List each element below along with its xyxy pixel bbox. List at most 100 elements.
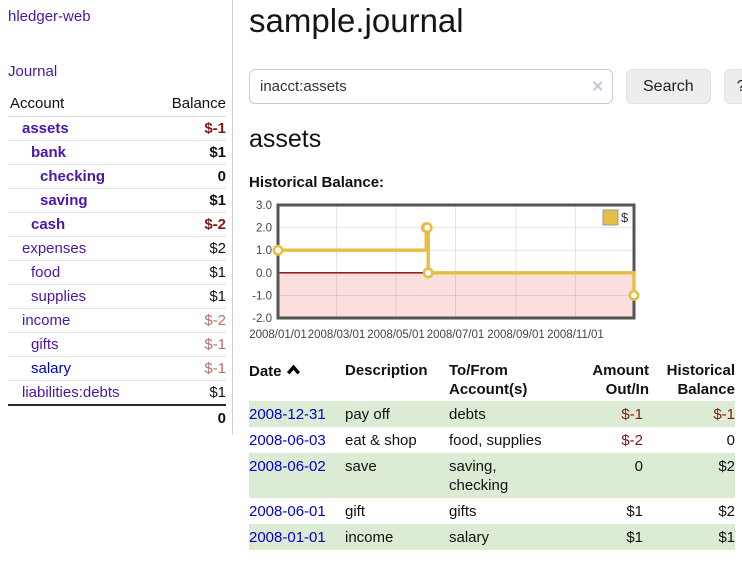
sidebar: hledger-web Journal Account Balance asse… <box>0 0 233 434</box>
transaction-description: eat & shop <box>345 427 449 453</box>
transaction-description: income <box>345 524 449 550</box>
transaction-amount: $1 <box>561 524 649 550</box>
account-balance: $-1 <box>153 357 226 381</box>
x-axis-tick-label: 2008/07/01 <box>427 329 485 341</box>
transaction-row: 2008-06-03eat & shopfood, supplies$-20 <box>249 427 735 453</box>
account-balance: $1 <box>153 285 226 309</box>
transaction-row: 2008-06-01giftgifts$1$2 <box>249 498 735 524</box>
account-row: supplies $1 <box>8 285 226 309</box>
chart-canvas[interactable]: $3.02.01.00.0-1.0-2.02008/01/012008/03/0… <box>249 203 719 345</box>
transaction-description: save <box>345 453 449 498</box>
x-axis-tick-label: 2008/05/01 <box>367 329 425 341</box>
transaction-date-link[interactable]: 2008-12-31 <box>249 406 326 423</box>
account-row: income$-2 <box>8 309 226 333</box>
y-axis-tick-label: 1.0 <box>256 245 272 257</box>
account-link[interactable]: cash <box>8 216 65 233</box>
transaction-date-link[interactable]: 2008-06-01 <box>249 503 326 520</box>
account-balance: 0 <box>153 165 226 189</box>
transaction-row: 2008-06-02 savesaving, checking0$2 <box>249 453 735 498</box>
account-link[interactable]: bank <box>8 144 66 161</box>
register-header-balance: Historical Balance <box>649 359 735 401</box>
sort-ascending-icon <box>286 361 301 380</box>
account-balance: $-1 <box>153 117 226 141</box>
account-row: checking 0 <box>8 165 226 189</box>
page-title: sample.journal <box>249 2 742 40</box>
account-balance: $2 <box>153 237 226 261</box>
account-link[interactable]: gifts <box>8 336 59 353</box>
main-content: sample.journal ✕ Search ? assets Histori… <box>233 0 742 550</box>
search-form: ✕ Search ? <box>249 69 742 104</box>
transaction-row: 2008-01-01incomesalary$1$1 <box>249 524 735 550</box>
account-balance: $1 <box>153 189 226 213</box>
x-axis-tick-label: 2008/09/01 <box>487 329 545 341</box>
search-help-button[interactable]: ? <box>724 69 742 104</box>
x-axis-tick-label: 2008/11/01 <box>547 329 604 341</box>
register-table: Date Description To/From Account(s) Amou… <box>249 359 735 550</box>
transaction-balance: $-1 <box>649 401 735 427</box>
clear-search-icon[interactable]: ✕ <box>591 79 604 94</box>
search-box: ✕ <box>249 69 613 104</box>
register-header-date[interactable]: Date <box>249 359 345 401</box>
transaction-description: pay off <box>345 401 449 427</box>
y-axis-tick-label: -2.0 <box>252 313 272 325</box>
transaction-row: 2008-12-31pay offdebts$-1$-1 <box>249 401 735 427</box>
historical-balance-chart[interactable]: $3.02.01.00.0-1.0-2.02008/01/012008/03/0… <box>249 203 719 345</box>
account-link[interactable]: expenses <box>8 240 86 257</box>
transaction-amount: $1 <box>561 498 649 524</box>
account-balance: $-1 <box>153 333 226 357</box>
account-row: expenses $2 <box>8 237 226 261</box>
transaction-accounts: saving, checking <box>449 453 561 498</box>
account-row: saving $1 <box>8 189 226 213</box>
account-link[interactable]: food <box>8 264 60 281</box>
chart-title: Historical Balance: <box>249 174 742 191</box>
x-axis-tick-label: 2008/01/01 <box>249 329 307 341</box>
register-header-amount: Amount Out/In <box>561 359 649 401</box>
x-axis-tick-label: 2008/03/01 <box>308 329 366 341</box>
account-row: food$1 <box>8 261 226 285</box>
y-axis-tick-label: 0.0 <box>256 268 272 280</box>
legend-swatch <box>603 210 618 225</box>
account-link[interactable]: saving <box>8 192 88 209</box>
data-point-marker[interactable] <box>274 246 282 254</box>
account-link[interactable]: assets <box>8 120 69 137</box>
register-body: 2008-12-31pay offdebts$-1$-12008-06-03ea… <box>249 401 735 550</box>
accounts-total-row: 0 <box>8 405 226 431</box>
transaction-date-link[interactable]: 2008-06-02 <box>249 458 326 475</box>
y-axis-tick-label: -1.0 <box>252 290 272 302</box>
app-window: hledger-web Journal Account Balance asse… <box>0 0 742 550</box>
transaction-amount: 0 <box>561 453 649 498</box>
data-point-marker[interactable] <box>423 223 431 231</box>
accounts-table: Account Balance assets $-1 bank $1 checking 0… <box>8 93 226 431</box>
data-point-marker[interactable] <box>630 291 638 299</box>
account-link[interactable]: liabilities:debts <box>8 384 120 401</box>
y-axis-tick-label: 3.0 <box>256 200 272 212</box>
search-input[interactable] <box>249 69 613 104</box>
account-link[interactable]: salary <box>8 360 71 377</box>
transaction-date-link[interactable]: 2008-01-01 <box>249 529 326 546</box>
transaction-date-link[interactable]: 2008-06-03 <box>249 432 326 449</box>
search-button[interactable]: Search <box>626 69 711 104</box>
accounts-header-account: Account <box>8 93 153 117</box>
transaction-amount: $-1 <box>561 401 649 427</box>
data-point-marker[interactable] <box>424 269 432 277</box>
account-title: assets <box>249 125 742 154</box>
account-balance: $1 <box>153 381 226 406</box>
sidebar-item-journal[interactable]: Journal <box>8 63 226 80</box>
transaction-balance: $2 <box>649 498 735 524</box>
account-link[interactable]: supplies <box>8 288 86 305</box>
accounts-header-balance: Balance <box>153 93 226 117</box>
account-link[interactable]: checking <box>8 168 105 185</box>
accounts-body: assets$-1bank$1checking0saving$1cash$-2e… <box>8 117 226 406</box>
transaction-accounts: gifts <box>449 498 561 524</box>
account-row: assets $-1 <box>8 117 226 141</box>
transaction-balance: $2 <box>649 453 735 498</box>
account-link[interactable]: income <box>8 312 70 329</box>
app-home-link[interactable]: hledger-web <box>8 8 226 25</box>
y-axis-tick-label: 2.0 <box>256 223 272 235</box>
account-balance: $-2 <box>153 213 226 237</box>
account-row: cash $-2 <box>8 213 226 237</box>
transaction-accounts: salary <box>449 524 561 550</box>
account-row: gifts $-1 <box>8 333 226 357</box>
transaction-amount: $-2 <box>561 427 649 453</box>
register-header-accounts: To/From Account(s) <box>449 359 561 401</box>
